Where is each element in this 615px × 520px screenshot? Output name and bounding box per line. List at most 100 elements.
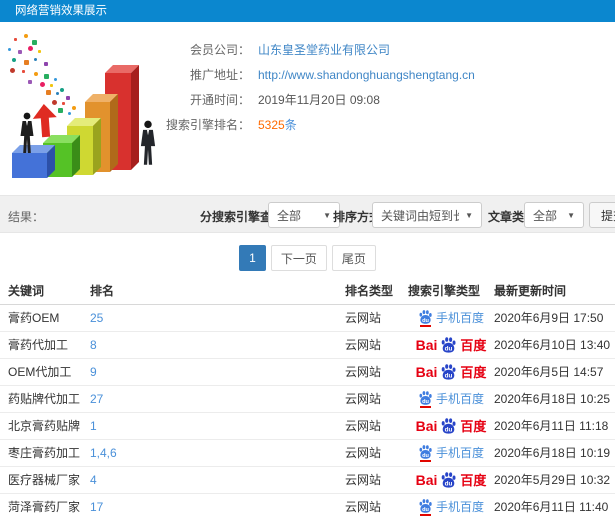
confetti-dot (34, 58, 37, 61)
table-header-row: 关键词 排名 排名类型 搜索引擎类型 最新更新时间 (0, 278, 615, 305)
rank-cell: 1 (90, 412, 345, 440)
mobile-baidu-icon: du (418, 498, 433, 516)
table-row: 医疗器械厂家 4 云网站 Bai du 百度 2020年5月29日 10:32 (0, 466, 615, 494)
confetti-dot (44, 74, 49, 79)
baidu-paw-icon: du (419, 444, 432, 458)
page-1-button[interactable]: 1 (239, 245, 266, 271)
rank-cell: 9 (90, 358, 345, 386)
confetti-dot (28, 80, 32, 84)
baidu-paw-icon: du (442, 337, 456, 353)
baidu-paw-icon: du (419, 309, 432, 323)
confetti-dot (24, 60, 29, 65)
svg-text:du: du (445, 346, 453, 353)
businessman-left-icon (20, 112, 34, 153)
baidu-red-underline (419, 513, 431, 516)
baidu-bai-text: Bai (415, 417, 438, 434)
confetti-dot (46, 90, 51, 95)
company-link[interactable]: 山东皇圣堂药业有限公司 (258, 41, 390, 58)
table-row: 北京膏药贴牌 1 云网站 Bai du 百度 2020年6月11日 11:18 (0, 412, 615, 440)
table-row: 枣庄膏药加工 1,4,6 云网站 du 手机百度 2020年6月18日 10:19 (0, 439, 615, 467)
businessman-right-icon (140, 120, 156, 165)
header-engine-type: 搜索引擎类型 (408, 278, 494, 305)
confetti-dot (32, 40, 37, 45)
header-updated: 最新更新时间 (494, 278, 615, 305)
engine-filter-select[interactable]: 全部 ▼ (268, 202, 340, 228)
rank-type-cell: 云网站 (345, 385, 408, 413)
confetti-dot (58, 108, 63, 113)
last-page-button[interactable]: 尾页 (331, 245, 376, 271)
rank-link[interactable]: 1 (90, 419, 97, 433)
rank-link[interactable]: 4 (90, 473, 97, 487)
keyword-cell: 枣庄膏药加工 (0, 439, 90, 467)
ranking-table: 关键词 排名 排名类型 搜索引擎类型 最新更新时间 膏药OEM 25 云网站 du 手机… (0, 278, 615, 520)
promotion-url-link[interactable]: http://www.shandonghuangshengtang.cn (258, 68, 475, 82)
table-row: 膏药OEM 25 云网站 du 手机百度 2020年6月9日 17:50 (0, 304, 615, 332)
rank-cell: 17 (90, 493, 345, 520)
title-bar: 网络营销效果展示 (0, 0, 615, 22)
company-label: 会员公司： (189, 43, 250, 57)
rank-type-cell: 云网站 (345, 304, 408, 332)
baidu-paw-icon: du (419, 390, 432, 404)
rank-link[interactable]: 1,4,6 (90, 446, 117, 460)
baidu-cn-text: 百度 (460, 365, 487, 380)
url-label: 推广地址： (189, 68, 250, 82)
rank-link[interactable]: 8 (90, 338, 97, 352)
confetti-dot (40, 82, 45, 87)
keyword-cell: 药贴牌代加工 (0, 385, 90, 413)
page-title: 网络营销效果展示 (15, 5, 107, 17)
baidu-paw-icon: du (442, 472, 456, 488)
table-row: OEM代加工 9 云网站 Bai du 百度 2020年6月5日 14:57 (0, 358, 615, 386)
svg-text:du: du (422, 317, 429, 323)
rank-cell: 4 (90, 466, 345, 494)
rank-count-value: 5325条 (258, 116, 297, 133)
rank-type-cell: 云网站 (345, 358, 408, 386)
rank-link[interactable]: 17 (90, 500, 103, 514)
confetti-dot (66, 96, 70, 100)
table-row: 膏药代加工 8 云网站 Bai du 百度 2020年6月10日 13:40 (0, 331, 615, 359)
marketing-report-page: 网络营销效果展示 会员公司： 山东皇圣堂药业有限公司 推广地址： http://… (0, 0, 615, 520)
rank-link[interactable]: 27 (90, 392, 103, 406)
svg-text:du: du (422, 452, 429, 458)
rank-link[interactable]: 9 (90, 365, 97, 379)
rank-type-cell: 云网站 (345, 493, 408, 520)
sort-filter-select[interactable]: 关键词由短到长排序 ▼ (372, 202, 482, 228)
submit-button[interactable]: 提交 (589, 202, 615, 228)
baidu-bai-text: Bai (415, 336, 438, 353)
keyword-cell: OEM代加工 (0, 358, 90, 386)
rank-type-cell: 云网站 (345, 331, 408, 359)
confetti-dot (62, 102, 65, 105)
confetti-dot (38, 50, 41, 53)
updated-cell: 2020年6月11日 11:18 (494, 412, 615, 440)
engine-type-cell: Bai du 百度 (408, 466, 494, 494)
engine-type-cell: du 手机百度 (408, 439, 494, 467)
confetti-dot (24, 34, 28, 38)
rank-link[interactable]: 25 (90, 311, 103, 325)
mobile-baidu-badge: du 手机百度 (418, 498, 484, 516)
rank-count-number: 5325 (258, 118, 285, 132)
engine-type-cell: Bai du 百度 (408, 358, 494, 386)
next-page-button[interactable]: 下一页 (270, 245, 327, 271)
article-type-select[interactable]: 全部 ▼ (524, 202, 584, 228)
sort-filter-value: 关键词由短到长排序 (381, 208, 460, 223)
baidu-paw-icon: du (419, 498, 432, 512)
chevron-down-icon: ▼ (323, 210, 331, 220)
rank-count-label: 搜索引擎排名： (165, 118, 250, 132)
result-label: 结果： (8, 210, 45, 224)
updated-cell: 2020年6月5日 14:57 (494, 358, 615, 386)
confetti-dot (8, 48, 11, 51)
mobile-baidu-icon: du (418, 390, 433, 408)
rank-type-cell: 云网站 (345, 439, 408, 467)
header-rank: 排名 (90, 278, 345, 305)
confetti-dot (12, 58, 16, 62)
rank-cell: 1,4,6 (90, 439, 345, 467)
keyword-cell: 膏药OEM (0, 304, 90, 332)
mobile-baidu-label: 手机百度 (435, 500, 484, 514)
confetti-dot (50, 84, 53, 87)
updated-cell: 2020年6月18日 10:19 (494, 439, 615, 467)
mobile-baidu-icon: du (418, 309, 433, 327)
updated-cell: 2020年6月10日 13:40 (494, 331, 615, 359)
keyword-cell: 膏药代加工 (0, 331, 90, 359)
info-row-open-time: 开通时间： 2019年11月20日 09:08 (155, 87, 475, 112)
rank-cell: 25 (90, 304, 345, 332)
article-type-value: 全部 (533, 208, 558, 223)
